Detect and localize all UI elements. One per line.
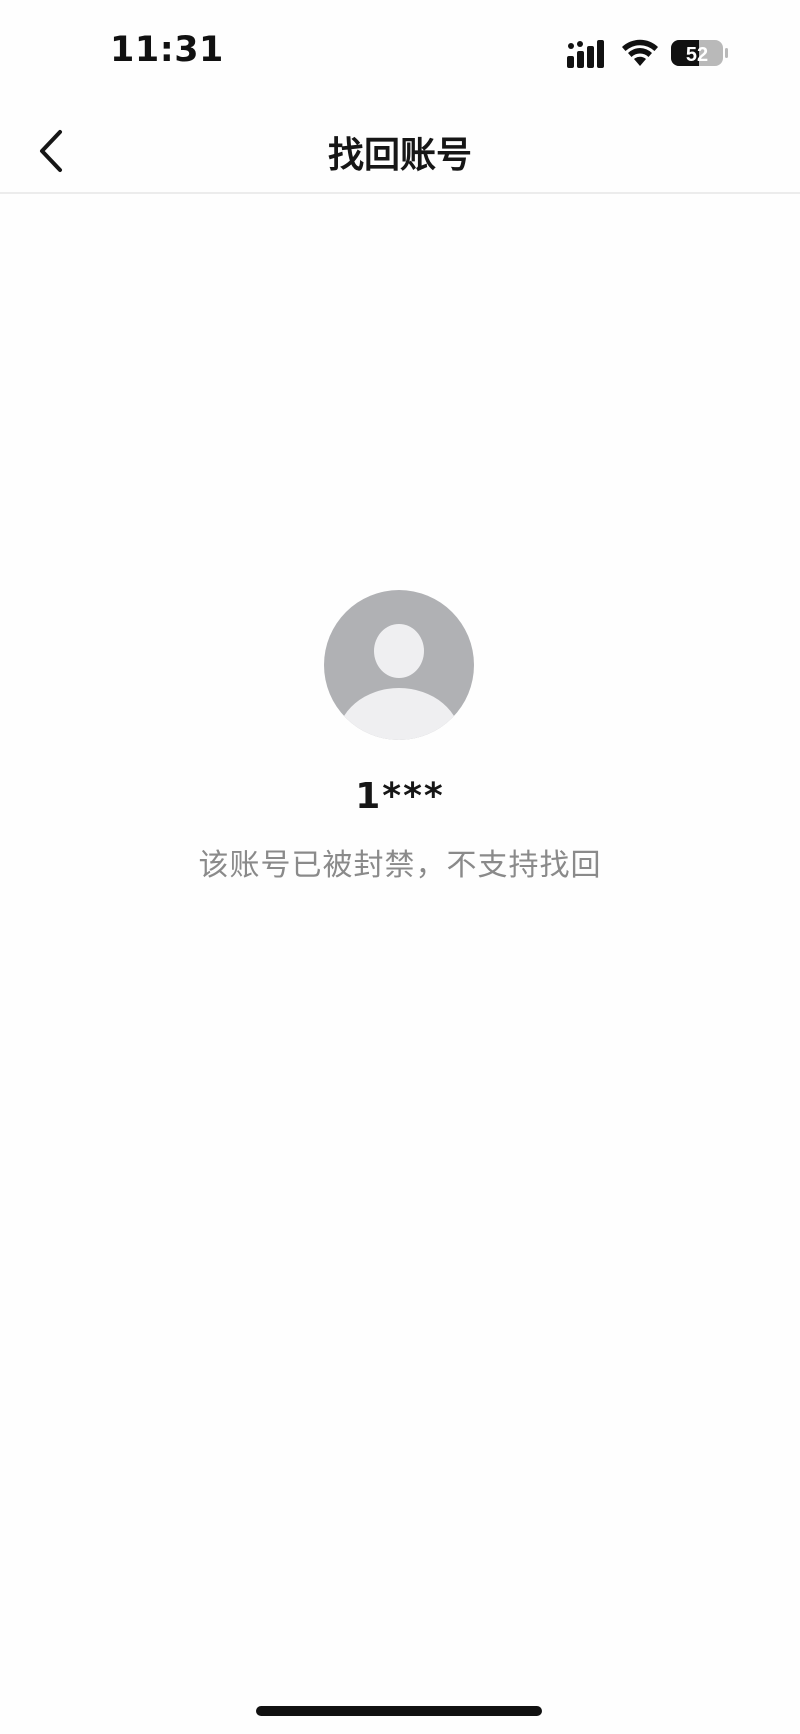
status-time: 11:31 — [110, 30, 224, 70]
status-bar: 11:31 52 — [0, 0, 800, 110]
account-id: 1*** — [355, 776, 445, 817]
cellular-signal-icon — [567, 40, 604, 68]
nav-bar: 找回账号 — [0, 110, 800, 194]
screen: 11:31 52 找回账号 1*** 该账号已被封禁，不支持找回 — [0, 0, 800, 1734]
banned-message: 该账号已被封禁，不支持找回 — [198, 848, 602, 883]
wifi-icon — [622, 39, 658, 66]
page-title: 找回账号 — [327, 135, 472, 176]
battery-icon: 52 — [671, 40, 728, 66]
home-indicator[interactable] — [256, 1706, 542, 1716]
battery-level: 52 — [686, 44, 708, 66]
default-avatar-icon — [324, 590, 474, 740]
